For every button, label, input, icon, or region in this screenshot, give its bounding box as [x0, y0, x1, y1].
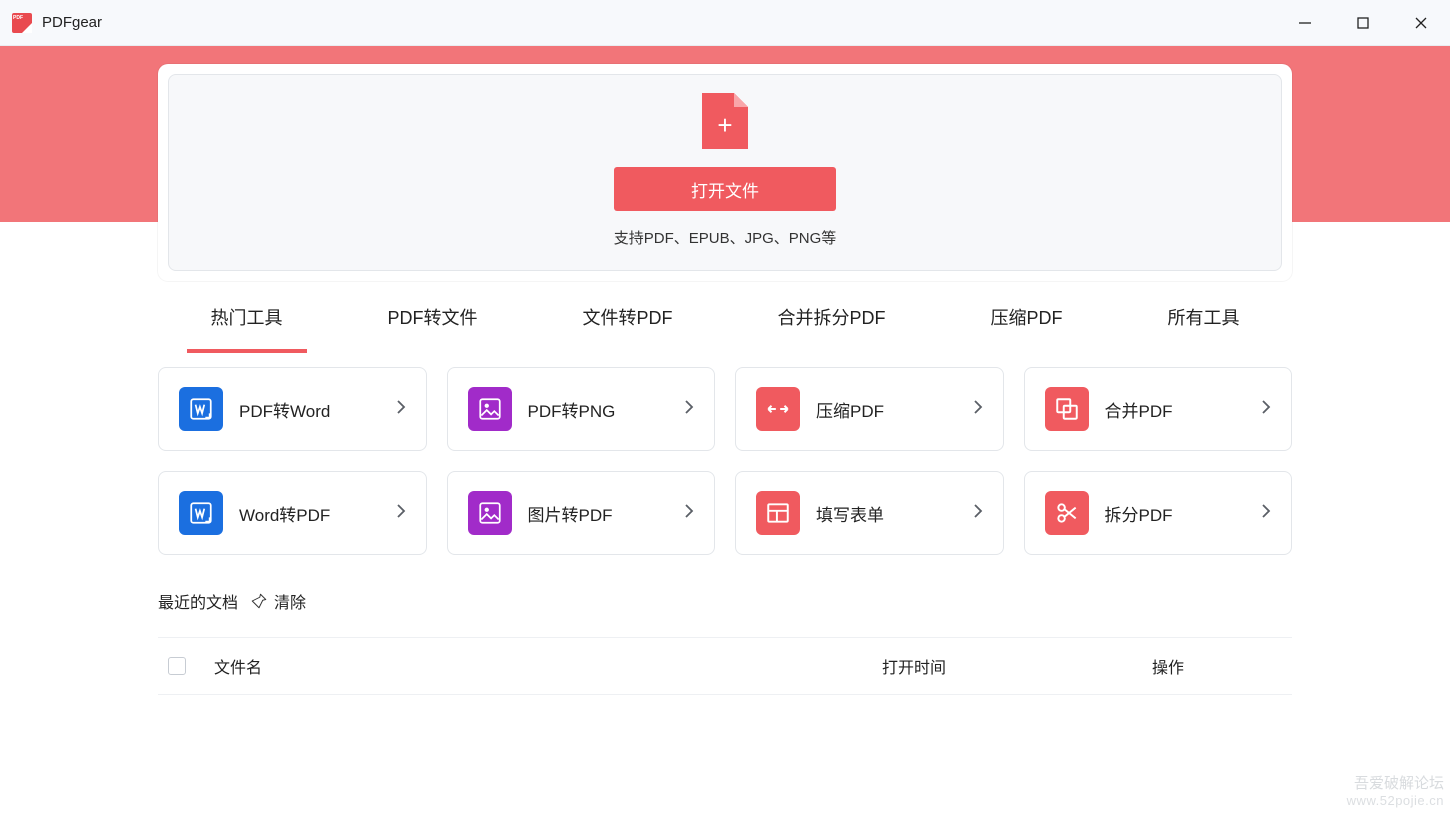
clear-button[interactable]: 清除: [274, 589, 306, 613]
maximize-button[interactable]: [1334, 0, 1392, 45]
chevron-right-icon: [1261, 503, 1271, 524]
tool-card-4[interactable]: Word转PDF: [158, 471, 427, 555]
recent-table: 文件名 打开时间 操作: [158, 637, 1292, 695]
recent-section: 最近的文档 清除 文件名 打开时间 操作: [0, 555, 1450, 695]
col-filename: 文件名: [214, 654, 882, 678]
tool-card-0[interactable]: PDF转Word: [158, 367, 427, 451]
hero: + 打开文件 支持PDF、EPUB、JPG、PNG等: [0, 46, 1450, 281]
image-out-icon: [468, 387, 512, 431]
maximize-icon: [1356, 16, 1370, 30]
broom-icon: [250, 592, 268, 610]
watermark: 吾爱破解论坛 www.52pojie.cn: [1347, 775, 1444, 809]
compress-icon: [756, 387, 800, 431]
tab-5[interactable]: 所有工具: [1162, 281, 1246, 353]
chevron-right-icon: [396, 399, 406, 420]
tool-label: 图片转PDF: [528, 501, 613, 526]
tool-card-1[interactable]: PDF转PNG: [447, 367, 716, 451]
chevron-right-icon: [973, 399, 983, 420]
chevron-right-icon: [396, 503, 406, 524]
window-controls: [1276, 0, 1450, 45]
col-operations: 操作: [1152, 654, 1292, 678]
tool-card-3[interactable]: 合并PDF: [1024, 367, 1293, 451]
tool-grid: PDF转Word PDF转PNG 压缩PDF 合并PDF Word转PDF 图片转PDF 填…: [0, 353, 1450, 555]
tool-label: 合并PDF: [1105, 397, 1173, 422]
tool-card-6[interactable]: 填写表单: [735, 471, 1004, 555]
form-icon: [756, 491, 800, 535]
recent-header-row: 文件名 打开时间 操作: [158, 637, 1292, 695]
tab-4[interactable]: 压缩PDF: [985, 281, 1069, 353]
image-in-icon: [468, 491, 512, 535]
tool-label: PDF转Word: [239, 397, 330, 422]
tool-label: Word转PDF: [239, 501, 330, 526]
close-icon: [1414, 16, 1428, 30]
tool-label: 压缩PDF: [816, 397, 884, 422]
minimize-button[interactable]: [1276, 0, 1334, 45]
merge-icon: [1045, 387, 1089, 431]
watermark-line1: 吾爱破解论坛: [1347, 775, 1444, 793]
tool-card-5[interactable]: 图片转PDF: [447, 471, 716, 555]
recent-title: 最近的文档: [158, 589, 238, 613]
drop-zone[interactable]: + 打开文件 支持PDF、EPUB、JPG、PNG等: [168, 74, 1282, 271]
tool-card-7[interactable]: 拆分PDF: [1024, 471, 1293, 555]
watermark-line2: www.52pojie.cn: [1347, 793, 1444, 809]
chevron-right-icon: [684, 503, 694, 524]
chevron-right-icon: [973, 503, 983, 524]
tab-2[interactable]: 文件转PDF: [577, 281, 679, 353]
tab-3[interactable]: 合并拆分PDF: [772, 281, 892, 353]
tool-tabs: 热门工具 PDF转文件 文件转PDF 合并拆分PDF 压缩PDF 所有工具: [0, 281, 1450, 353]
open-file-button[interactable]: 打开文件: [614, 167, 836, 211]
tool-label: PDF转PNG: [528, 397, 616, 422]
tab-1[interactable]: PDF转文件: [382, 281, 484, 353]
recent-header: 最近的文档 清除: [158, 589, 1292, 613]
supported-formats: 支持PDF、EPUB、JPG、PNG等: [614, 227, 837, 248]
tool-label: 填写表单: [816, 501, 884, 526]
minimize-icon: [1298, 16, 1312, 30]
tab-0[interactable]: 热门工具: [205, 281, 289, 353]
tool-card-2[interactable]: 压缩PDF: [735, 367, 1004, 451]
word-in-icon: [179, 491, 223, 535]
select-all-checkbox[interactable]: [168, 657, 186, 675]
close-button[interactable]: [1392, 0, 1450, 45]
drop-card: + 打开文件 支持PDF、EPUB、JPG、PNG等: [158, 64, 1292, 281]
tool-label: 拆分PDF: [1105, 501, 1173, 526]
app-title: PDFgear: [42, 14, 102, 31]
file-add-icon: +: [702, 93, 748, 149]
col-open-time: 打开时间: [882, 654, 1152, 678]
chevron-right-icon: [684, 399, 694, 420]
app-logo-icon: [12, 13, 32, 33]
chevron-right-icon: [1261, 399, 1271, 420]
titlebar: PDFgear: [0, 0, 1450, 46]
split-icon: [1045, 491, 1089, 535]
word-out-icon: [179, 387, 223, 431]
